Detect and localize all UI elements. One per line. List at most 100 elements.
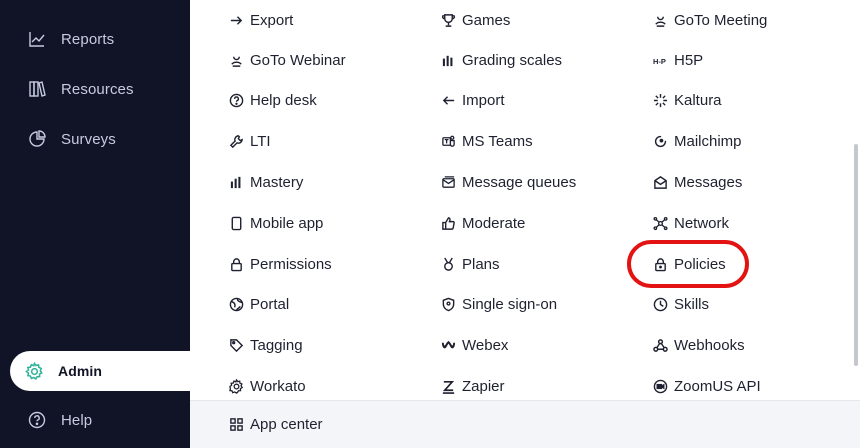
sidebar: Reports Resources Surveys Admin Help [0, 0, 190, 448]
menu-item-permissions[interactable]: Permissions [228, 250, 332, 278]
menu-item-label: Import [462, 91, 505, 109]
network-icon [652, 215, 668, 231]
sidebar-item-label: Help [61, 411, 93, 429]
menu-item-mailchimp[interactable]: Mailchimp [652, 127, 742, 155]
menu-item-label: Zapier [462, 377, 505, 395]
menu-item-label: Single sign-on [462, 295, 558, 313]
menu-item-mastery[interactable]: Mastery [228, 168, 303, 196]
question-circle-icon [27, 410, 47, 430]
menu-item-games[interactable]: Games [440, 6, 510, 34]
medal-icon [440, 256, 456, 272]
menu-item-label: LTI [250, 132, 271, 150]
menu-item-label: Help desk [250, 91, 317, 109]
chart-line-icon [27, 29, 47, 49]
sidebar-item-admin[interactable]: Admin [10, 351, 190, 391]
menu-item-messages[interactable]: Messages [652, 168, 742, 196]
menu-item-lti[interactable]: LTI [228, 127, 271, 155]
gear-icon [228, 378, 244, 394]
menu-item-label: Plans [462, 255, 500, 273]
menu-item-label: App center [250, 415, 323, 433]
menu-item-label: Webex [462, 336, 509, 354]
globe-icon [228, 296, 244, 312]
menu-item-webhooks[interactable]: Webhooks [652, 331, 745, 359]
menu-item-goto-webinar[interactable]: GoTo Webinar [228, 46, 346, 74]
menu-item-label: Policies [674, 255, 726, 273]
menu-item-label: Portal [250, 295, 290, 313]
wrench-icon [228, 133, 244, 149]
menu-item-ms-teams[interactable]: MS Teams [440, 127, 533, 155]
envelope-open-icon [652, 174, 668, 190]
menu-item-label: Export [250, 11, 294, 29]
menu-item-workato[interactable]: Workato [228, 372, 306, 400]
pie-chart-icon [27, 129, 47, 149]
menu-item-label: Grading scales [462, 51, 563, 69]
mailchimp-icon [652, 133, 668, 149]
menu-item-network[interactable]: Network [652, 209, 729, 237]
sidebar-item-help[interactable]: Help [0, 401, 190, 439]
menu-item-plans[interactable]: Plans [440, 250, 500, 278]
menu-item-label: Webhooks [674, 336, 745, 354]
zoom-icon [652, 378, 668, 394]
arrow-right-icon [228, 12, 244, 28]
menu-item-mobile-app[interactable]: Mobile app [228, 209, 323, 237]
zapier-icon [440, 378, 456, 394]
mobile-icon [228, 215, 244, 231]
menu-item-single-sign-on[interactable]: Single sign-on [440, 290, 557, 318]
menu-item-label: Tagging [250, 336, 303, 354]
menu-item-grading-scales[interactable]: Grading scales [440, 46, 562, 74]
menu-item-label: GoTo Webinar [250, 51, 346, 69]
menu-item-message-queues[interactable]: Message queues [440, 168, 576, 196]
trophy-icon [440, 12, 456, 28]
menu-item-kaltura[interactable]: Kaltura [652, 86, 722, 114]
grid-icon [228, 416, 244, 432]
menu-item-label: Skills [674, 295, 710, 313]
menu-item-zapier[interactable]: Zapier [440, 372, 505, 400]
gear-icon [24, 361, 44, 381]
scrollbar[interactable] [854, 144, 858, 366]
menu-item-export[interactable]: Export [228, 6, 293, 34]
sidebar-item-surveys[interactable]: Surveys [0, 120, 190, 158]
webex-icon [440, 337, 456, 353]
app-center-link[interactable]: App center [228, 410, 323, 438]
menu-item-label: Workato [250, 377, 306, 395]
menu-item-label: Messages [674, 173, 743, 191]
bar-chart-icon [440, 52, 456, 68]
sidebar-item-label: Surveys [61, 130, 116, 148]
teams-icon [440, 133, 456, 149]
menu-item-label: ZoomUS API [674, 377, 761, 395]
h5p-icon: H-P [652, 52, 668, 68]
menu-item-portal[interactable]: Portal [228, 290, 289, 318]
thumbs-up-icon [440, 215, 456, 231]
question-circle-icon [228, 92, 244, 108]
arrow-left-icon [440, 92, 456, 108]
sidebar-item-reports[interactable]: Reports [0, 20, 190, 58]
menu-item-label: Permissions [250, 255, 332, 273]
menu-item-zoomus-api[interactable]: ZoomUS API [652, 372, 761, 400]
menu-item-policies[interactable]: Policies [652, 250, 726, 278]
menu-item-label: MS Teams [462, 132, 533, 150]
svg-text:H-P: H-P [653, 56, 666, 65]
menu-item-label: H5P [674, 51, 704, 69]
menu-item-skills[interactable]: Skills [652, 290, 709, 318]
lock-icon [652, 256, 668, 272]
menu-item-label: Message queues [462, 173, 577, 191]
goto-icon [228, 52, 244, 68]
menu-item-goto-meeting[interactable]: GoTo Meeting [652, 6, 767, 34]
menu-item-label: Mailchimp [674, 132, 742, 150]
shield-icon [440, 296, 456, 312]
menu-item-help-desk[interactable]: Help desk [228, 86, 317, 114]
menu-item-import[interactable]: Import [440, 86, 505, 114]
sidebar-item-resources[interactable]: Resources [0, 70, 190, 108]
sparkle-icon [652, 92, 668, 108]
menu-item-moderate[interactable]: Moderate [440, 209, 525, 237]
menu-item-label: Moderate [462, 214, 526, 232]
menu-item-h5p[interactable]: H-P H5P [652, 46, 704, 74]
menu-item-label: GoTo Meeting [674, 11, 768, 29]
sidebar-item-label: Admin [58, 363, 103, 379]
menu-item-tagging[interactable]: Tagging [228, 331, 303, 359]
admin-menu-panel: Export GoTo Webinar Help desk LTI Master… [190, 0, 860, 448]
footer-bar: App center [190, 400, 860, 448]
menu-item-label: Games [462, 11, 511, 29]
sidebar-item-label: Resources [61, 80, 134, 98]
menu-item-webex[interactable]: Webex [440, 331, 508, 359]
